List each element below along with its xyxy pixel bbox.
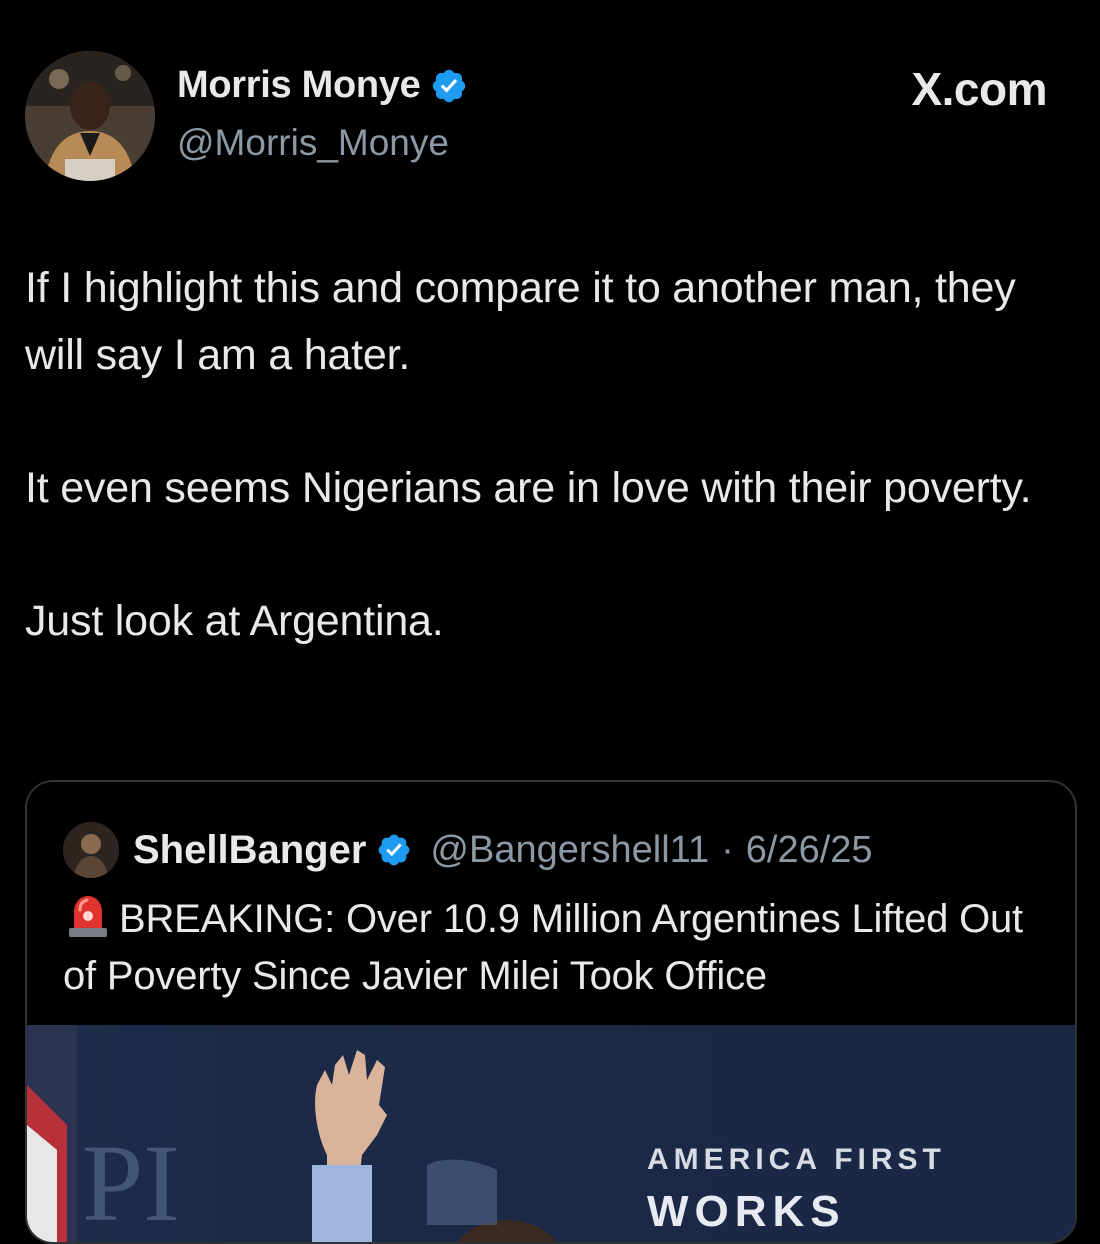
backdrop-letters: PI <box>82 1122 180 1244</box>
quoted-tweet-media[interactable]: PI AMERICA FIRST WORKS <box>27 1025 1075 1244</box>
quoted-tweet-card[interactable]: ShellBanger @Bangershell11 · 6/26/25 BRE… <box>25 780 1077 1244</box>
tweet-paragraph-3: Just look at Argentina. <box>25 597 444 645</box>
banner-subtext: WORKS <box>647 1187 846 1236</box>
author-avatar[interactable] <box>25 51 155 181</box>
quoted-display-name[interactable]: ShellBanger <box>133 828 366 873</box>
police-siren-icon <box>69 896 107 937</box>
banner-text: AMERICA FIRST <box>647 1143 946 1176</box>
tweet-paragraph-1: If I highlight this and compare it to an… <box>25 264 1016 379</box>
verified-badge-icon <box>379 834 410 866</box>
dot-separator: · <box>721 828 734 871</box>
quoted-tweet-body: BREAKING: Over 10.9 Million Argentines L… <box>63 897 1023 998</box>
tweet-paragraph-2: It even seems Nigerians are in love with… <box>25 464 1032 512</box>
quoted-author-avatar[interactable] <box>63 822 119 878</box>
media-photo <box>27 1025 557 1242</box>
quoted-author-avatar-image <box>63 822 119 878</box>
author-avatar-image <box>25 51 155 181</box>
quoted-handle[interactable]: @Bangershell11 <box>430 829 709 872</box>
quoted-tweet-text: BREAKING: Over 10.9 Million Argentines L… <box>63 890 1063 1005</box>
author-display-name[interactable]: Morris Monye <box>177 64 421 107</box>
tweet-text: If I highlight this and compare it to an… <box>25 255 1085 721</box>
tweet-header: Morris Monye @Morris_Monye X.com <box>0 0 1100 200</box>
author-handle[interactable]: @Morris_Monye <box>177 122 449 164</box>
verified-badge-icon <box>433 69 466 102</box>
quoted-date[interactable]: 6/26/25 <box>746 829 873 872</box>
site-label: X.com <box>911 63 1047 115</box>
